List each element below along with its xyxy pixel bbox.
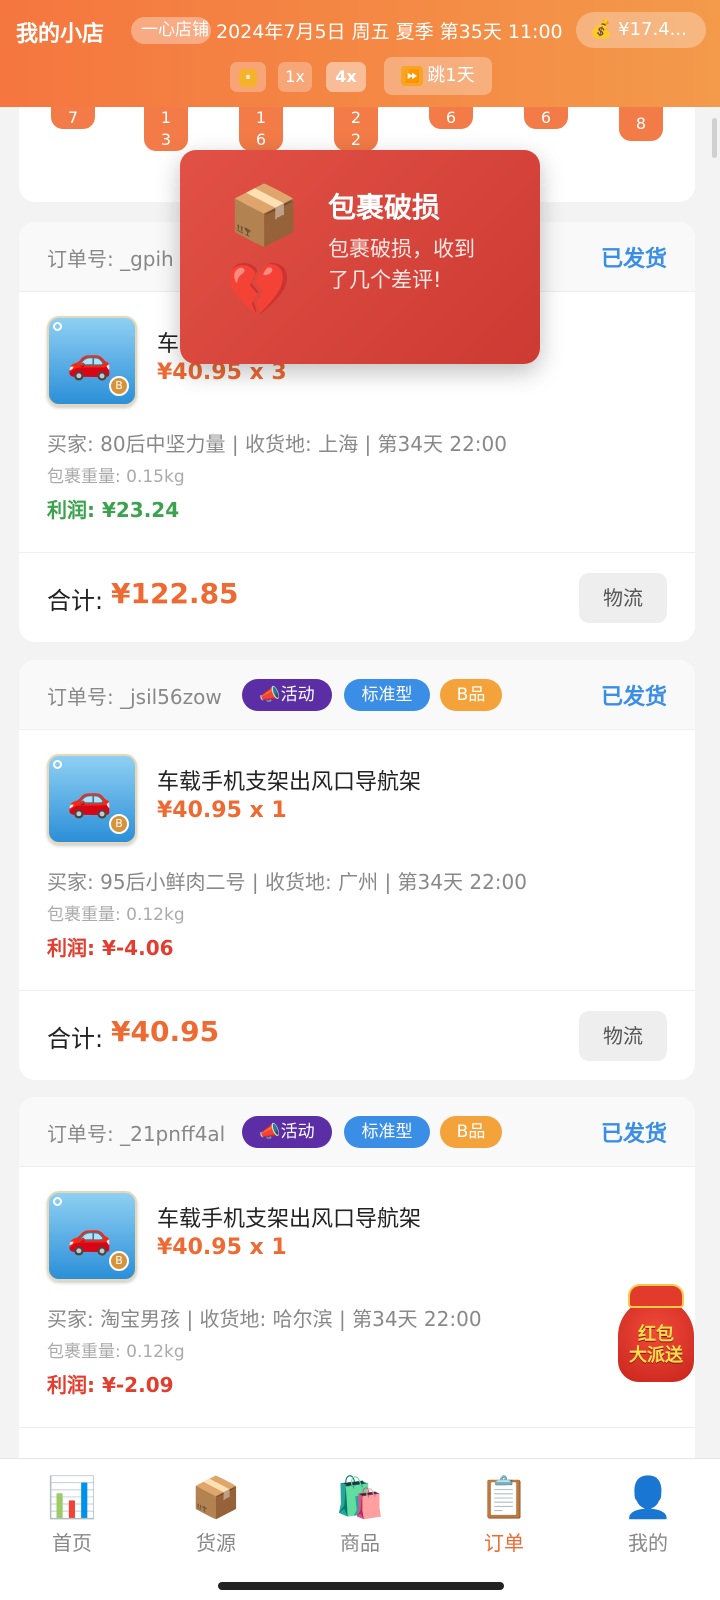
count-bubble: 7 xyxy=(51,107,95,129)
nav-item-home[interactable]: 📊 首页 xyxy=(22,1473,122,1556)
order-card[interactable]: 订单号: _21pnff4al 📣活动 标准型 B品 已发货 🚗 B 车载手机支… xyxy=(19,1097,695,1497)
nav-label: 首页 xyxy=(52,1531,92,1555)
speed-4x-button[interactable]: 4x xyxy=(326,62,366,92)
package-icon: 📦 xyxy=(228,181,301,249)
order-status: 已发货 xyxy=(600,685,667,710)
order-status: 已发货 xyxy=(600,247,667,272)
bottom-navigation: 📊 首页 📦 货源 🛍️ 商品 📋 订单 👤 我的 xyxy=(0,1458,720,1600)
scrollbar[interactable] xyxy=(712,118,717,158)
skip-day-label: 跳1天 xyxy=(427,65,475,86)
product-name: 车 xyxy=(157,332,180,357)
car-icon: 🚗 xyxy=(67,341,112,382)
product-price: ¥40.95 x 1 xyxy=(157,798,287,823)
count-bubble: 1 6 xyxy=(239,107,283,151)
count-bubble: 1 3 xyxy=(144,107,188,151)
order-number: 订单号: _gpih xyxy=(47,247,174,271)
game-datetime: 2024年7月5日 周五 夏季 第35天 11:00 xyxy=(216,21,563,43)
red-envelope-button[interactable]: 红包 大派送 xyxy=(612,1284,700,1382)
chart-icon: 📊 xyxy=(47,1475,97,1521)
product-name: 车载手机支架出风口导航架 xyxy=(157,770,422,795)
order-body: 🚗 B 车载手机支架出风口导航架 ¥40.95 x 1 买家: 淘宝男孩 | 收… xyxy=(19,1167,695,1427)
package-weight: 包裹重量: 0.12kg xyxy=(47,905,185,925)
toast-title: 包裹破损 xyxy=(328,191,441,224)
skip-day-button[interactable]: ⏩ 跳1天 xyxy=(384,57,492,95)
order-header: 订单号: _21pnff4al 📣活动 标准型 B品 已发货 xyxy=(19,1097,695,1167)
money-value: ¥17.4... xyxy=(618,19,687,40)
shop-name-pill[interactable]: 一心店铺 xyxy=(131,17,211,44)
nav-label: 货源 xyxy=(196,1531,236,1555)
event-toast[interactable]: 📦 💔 包裹破损 包裹破损，收到了几个差评! xyxy=(180,150,540,364)
count-bubble: 8 xyxy=(619,107,663,141)
activity-tag: 📣活动 xyxy=(242,679,332,711)
total-label: 合计: xyxy=(47,1025,104,1053)
profit: 利润: ¥-2.09 xyxy=(47,1373,174,1397)
activity-tag: 📣活动 xyxy=(242,1116,332,1148)
count-bubble: 6 xyxy=(524,107,568,129)
order-status: 已发货 xyxy=(600,1122,667,1147)
toast-message: 包裹破损，收到了几个差评! xyxy=(328,237,475,292)
total-amount: ¥122.85 xyxy=(111,577,239,610)
profit: 利润: ¥23.24 xyxy=(47,498,180,522)
pause-icon: ⏸ xyxy=(239,68,257,87)
product-image[interactable]: 🚗 B xyxy=(47,754,137,844)
product-price: ¥40.95 x 1 xyxy=(157,1235,287,1260)
order-number: 订单号: _jsil56zow xyxy=(47,685,222,709)
nav-label: 订单 xyxy=(484,1531,524,1555)
red-envelope-label: 红包 大派送 xyxy=(629,1324,683,1366)
grade-b-badge: B xyxy=(109,1251,129,1271)
count-bubble: 6 xyxy=(429,107,473,129)
image-dot xyxy=(53,1197,62,1206)
order-footer: 合计: ¥40.95 物流 xyxy=(19,990,695,1080)
money-bag-icon: 💰 xyxy=(590,19,613,40)
grade-b-badge: B xyxy=(109,376,129,396)
money-balance[interactable]: 💰 ¥17.4... xyxy=(576,12,706,48)
nav-item-profile[interactable]: 👤 我的 xyxy=(598,1473,698,1556)
nav-item-orders[interactable]: 📋 订单 xyxy=(454,1473,554,1556)
image-dot xyxy=(53,322,62,331)
total-label: 合计: xyxy=(47,587,104,615)
order-header: 订单号: _jsil56zow 📣活动 标准型 B品 已发货 xyxy=(19,660,695,730)
package-icon: 📦 xyxy=(191,1475,241,1521)
package-weight: 包裹重量: 0.15kg xyxy=(47,467,185,487)
type-tag: 标准型 xyxy=(344,679,430,711)
order-number: 订单号: _21pnff4al xyxy=(47,1122,226,1146)
nav-item-supply[interactable]: 📦 货源 xyxy=(166,1473,266,1556)
car-icon: 🚗 xyxy=(67,1216,112,1257)
nav-label: 我的 xyxy=(628,1531,668,1555)
shopping-bag-icon: 🛍️ xyxy=(335,1475,385,1521)
grade-tag: B品 xyxy=(440,679,502,711)
red-envelope-flap xyxy=(628,1284,684,1308)
type-tag: 标准型 xyxy=(344,1116,430,1148)
count-bubble: 2 2 xyxy=(334,107,378,151)
order-body: 🚗 B 车载手机支架出风口导航架 ¥40.95 x 1 买家: 95后小鲜肉二号… xyxy=(19,730,695,990)
buyer-info: 买家: 淘宝男孩 | 收货地: 哈尔滨 | 第34天 22:00 xyxy=(47,1307,482,1331)
car-icon: 🚗 xyxy=(67,779,112,820)
package-weight: 包裹重量: 0.12kg xyxy=(47,1342,185,1362)
order-card[interactable]: 订单号: _jsil56zow 📣活动 标准型 B品 已发货 🚗 B 车载手机支… xyxy=(19,660,695,1080)
clipboard-icon: 📋 xyxy=(479,1475,529,1521)
logistics-button[interactable]: 物流 xyxy=(579,573,667,623)
nav-label: 商品 xyxy=(340,1531,380,1555)
product-name: 车载手机支架出风口导航架 xyxy=(157,1207,422,1232)
order-footer: 合计: ¥122.85 物流 xyxy=(19,552,695,642)
user-icon: 👤 xyxy=(623,1475,673,1521)
speed-1x-button[interactable]: 1x xyxy=(278,62,312,92)
total-amount: ¥40.95 xyxy=(111,1015,220,1048)
broken-heart-icon: 💔 xyxy=(226,260,291,320)
shop-title: 我的小店 xyxy=(16,22,105,47)
grade-tag: B品 xyxy=(440,1116,502,1148)
nav-item-products[interactable]: 🛍️ 商品 xyxy=(310,1473,410,1556)
logistics-button[interactable]: 物流 xyxy=(579,1011,667,1061)
image-dot xyxy=(53,760,62,769)
buyer-info: 买家: 95后小鲜肉二号 | 收货地: 广州 | 第34天 22:00 xyxy=(47,870,527,894)
product-image[interactable]: 🚗 B xyxy=(47,1191,137,1281)
pause-button[interactable]: ⏸ xyxy=(230,62,266,92)
buyer-info: 买家: 80后中坚力量 | 收货地: 上海 | 第34天 22:00 xyxy=(47,432,507,456)
grade-b-badge: B xyxy=(109,814,129,834)
product-image[interactable]: 🚗 B xyxy=(47,316,137,406)
profit: 利润: ¥-4.06 xyxy=(47,936,174,960)
home-indicator[interactable] xyxy=(218,1582,504,1590)
fast-forward-icon: ⏩ xyxy=(401,66,424,86)
top-status-header: 我的小店 一心店铺 2024年7月5日 周五 夏季 第35天 11:00 💰 ¥… xyxy=(0,0,720,107)
